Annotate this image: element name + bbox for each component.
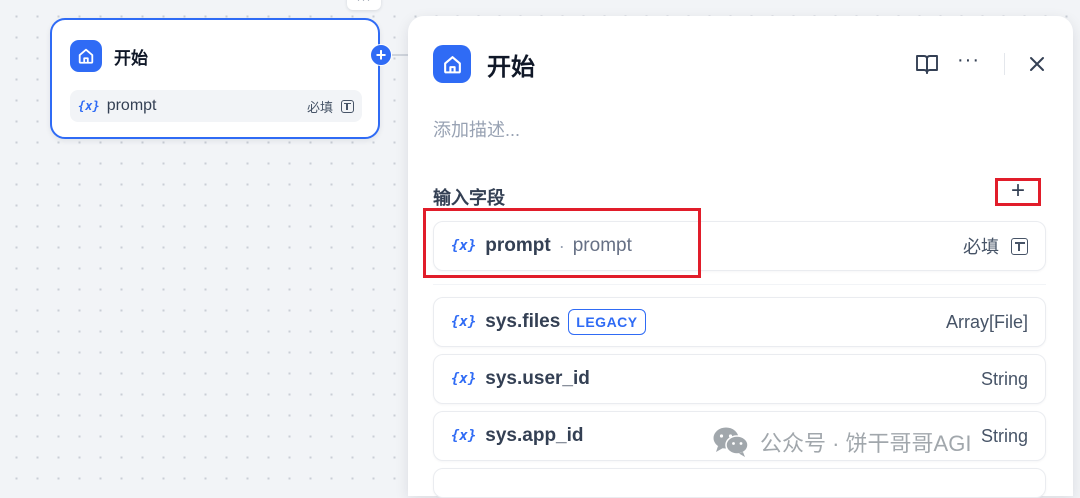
variable-icon: {x}	[451, 238, 477, 254]
divider	[433, 284, 1046, 285]
field-name: prompt	[485, 235, 551, 256]
variable-icon: {x}	[451, 371, 477, 387]
field-row-sys-files[interactable]: {x} sys.files LEGACY Array[File]	[433, 297, 1046, 347]
home-icon	[70, 40, 102, 72]
field-row-prompt[interactable]: {x} prompt · prompt 必填	[433, 221, 1046, 271]
add-next-node-button[interactable]: +	[370, 44, 392, 66]
required-label: 必填	[306, 99, 333, 115]
variable-icon: {x}	[451, 428, 477, 444]
panel-header: 开始	[433, 45, 535, 83]
add-input-field-button[interactable]: +	[995, 178, 1041, 206]
variable-name: prompt	[106, 97, 157, 114]
field-row-partial[interactable]	[433, 468, 1046, 498]
node-title: 开始	[114, 48, 148, 68]
node-variable-prompt[interactable]: {x} prompt 必填	[70, 90, 362, 122]
variable-icon: {x}	[78, 99, 100, 113]
node-header: 开始	[70, 40, 148, 72]
watermark: 公众号 · 饼干哥哥AGI	[712, 424, 971, 460]
watermark-text: 公众号 · 饼干哥哥AGI	[760, 431, 972, 456]
text-input-icon	[1011, 237, 1028, 255]
node-toolbar-stub[interactable]: ···	[347, 0, 381, 10]
wechat-logo-icon	[713, 427, 749, 457]
field-name: sys.user_id	[485, 368, 590, 389]
text-input-icon	[341, 99, 354, 113]
panel-actions: ···	[915, 50, 1045, 78]
field-separator: ·	[558, 235, 565, 256]
start-node[interactable]: 开始 {x} prompt 必填	[50, 18, 380, 139]
divider	[1004, 53, 1005, 75]
edge-connector	[392, 54, 408, 56]
field-type: String	[980, 368, 1028, 389]
legacy-badge: LEGACY	[568, 309, 646, 335]
close-icon[interactable]	[1029, 56, 1045, 72]
docs-book-icon[interactable]	[915, 53, 939, 75]
field-label: prompt	[572, 235, 632, 256]
field-name: sys.app_id	[485, 425, 584, 446]
required-label: 必填	[963, 237, 999, 257]
more-options-icon[interactable]: ···	[957, 50, 980, 70]
field-name: sys.files	[485, 311, 561, 332]
input-fields-title: 输入字段	[433, 188, 505, 208]
field-type: Array[File]	[945, 311, 1028, 332]
description-input[interactable]: 添加描述...	[433, 116, 520, 142]
field-type: String	[980, 425, 1028, 446]
panel-title: 开始	[487, 53, 535, 81]
variable-icon: {x}	[451, 314, 477, 330]
home-icon	[433, 45, 471, 83]
field-row-sys-user-id[interactable]: {x} sys.user_id String	[433, 354, 1046, 404]
